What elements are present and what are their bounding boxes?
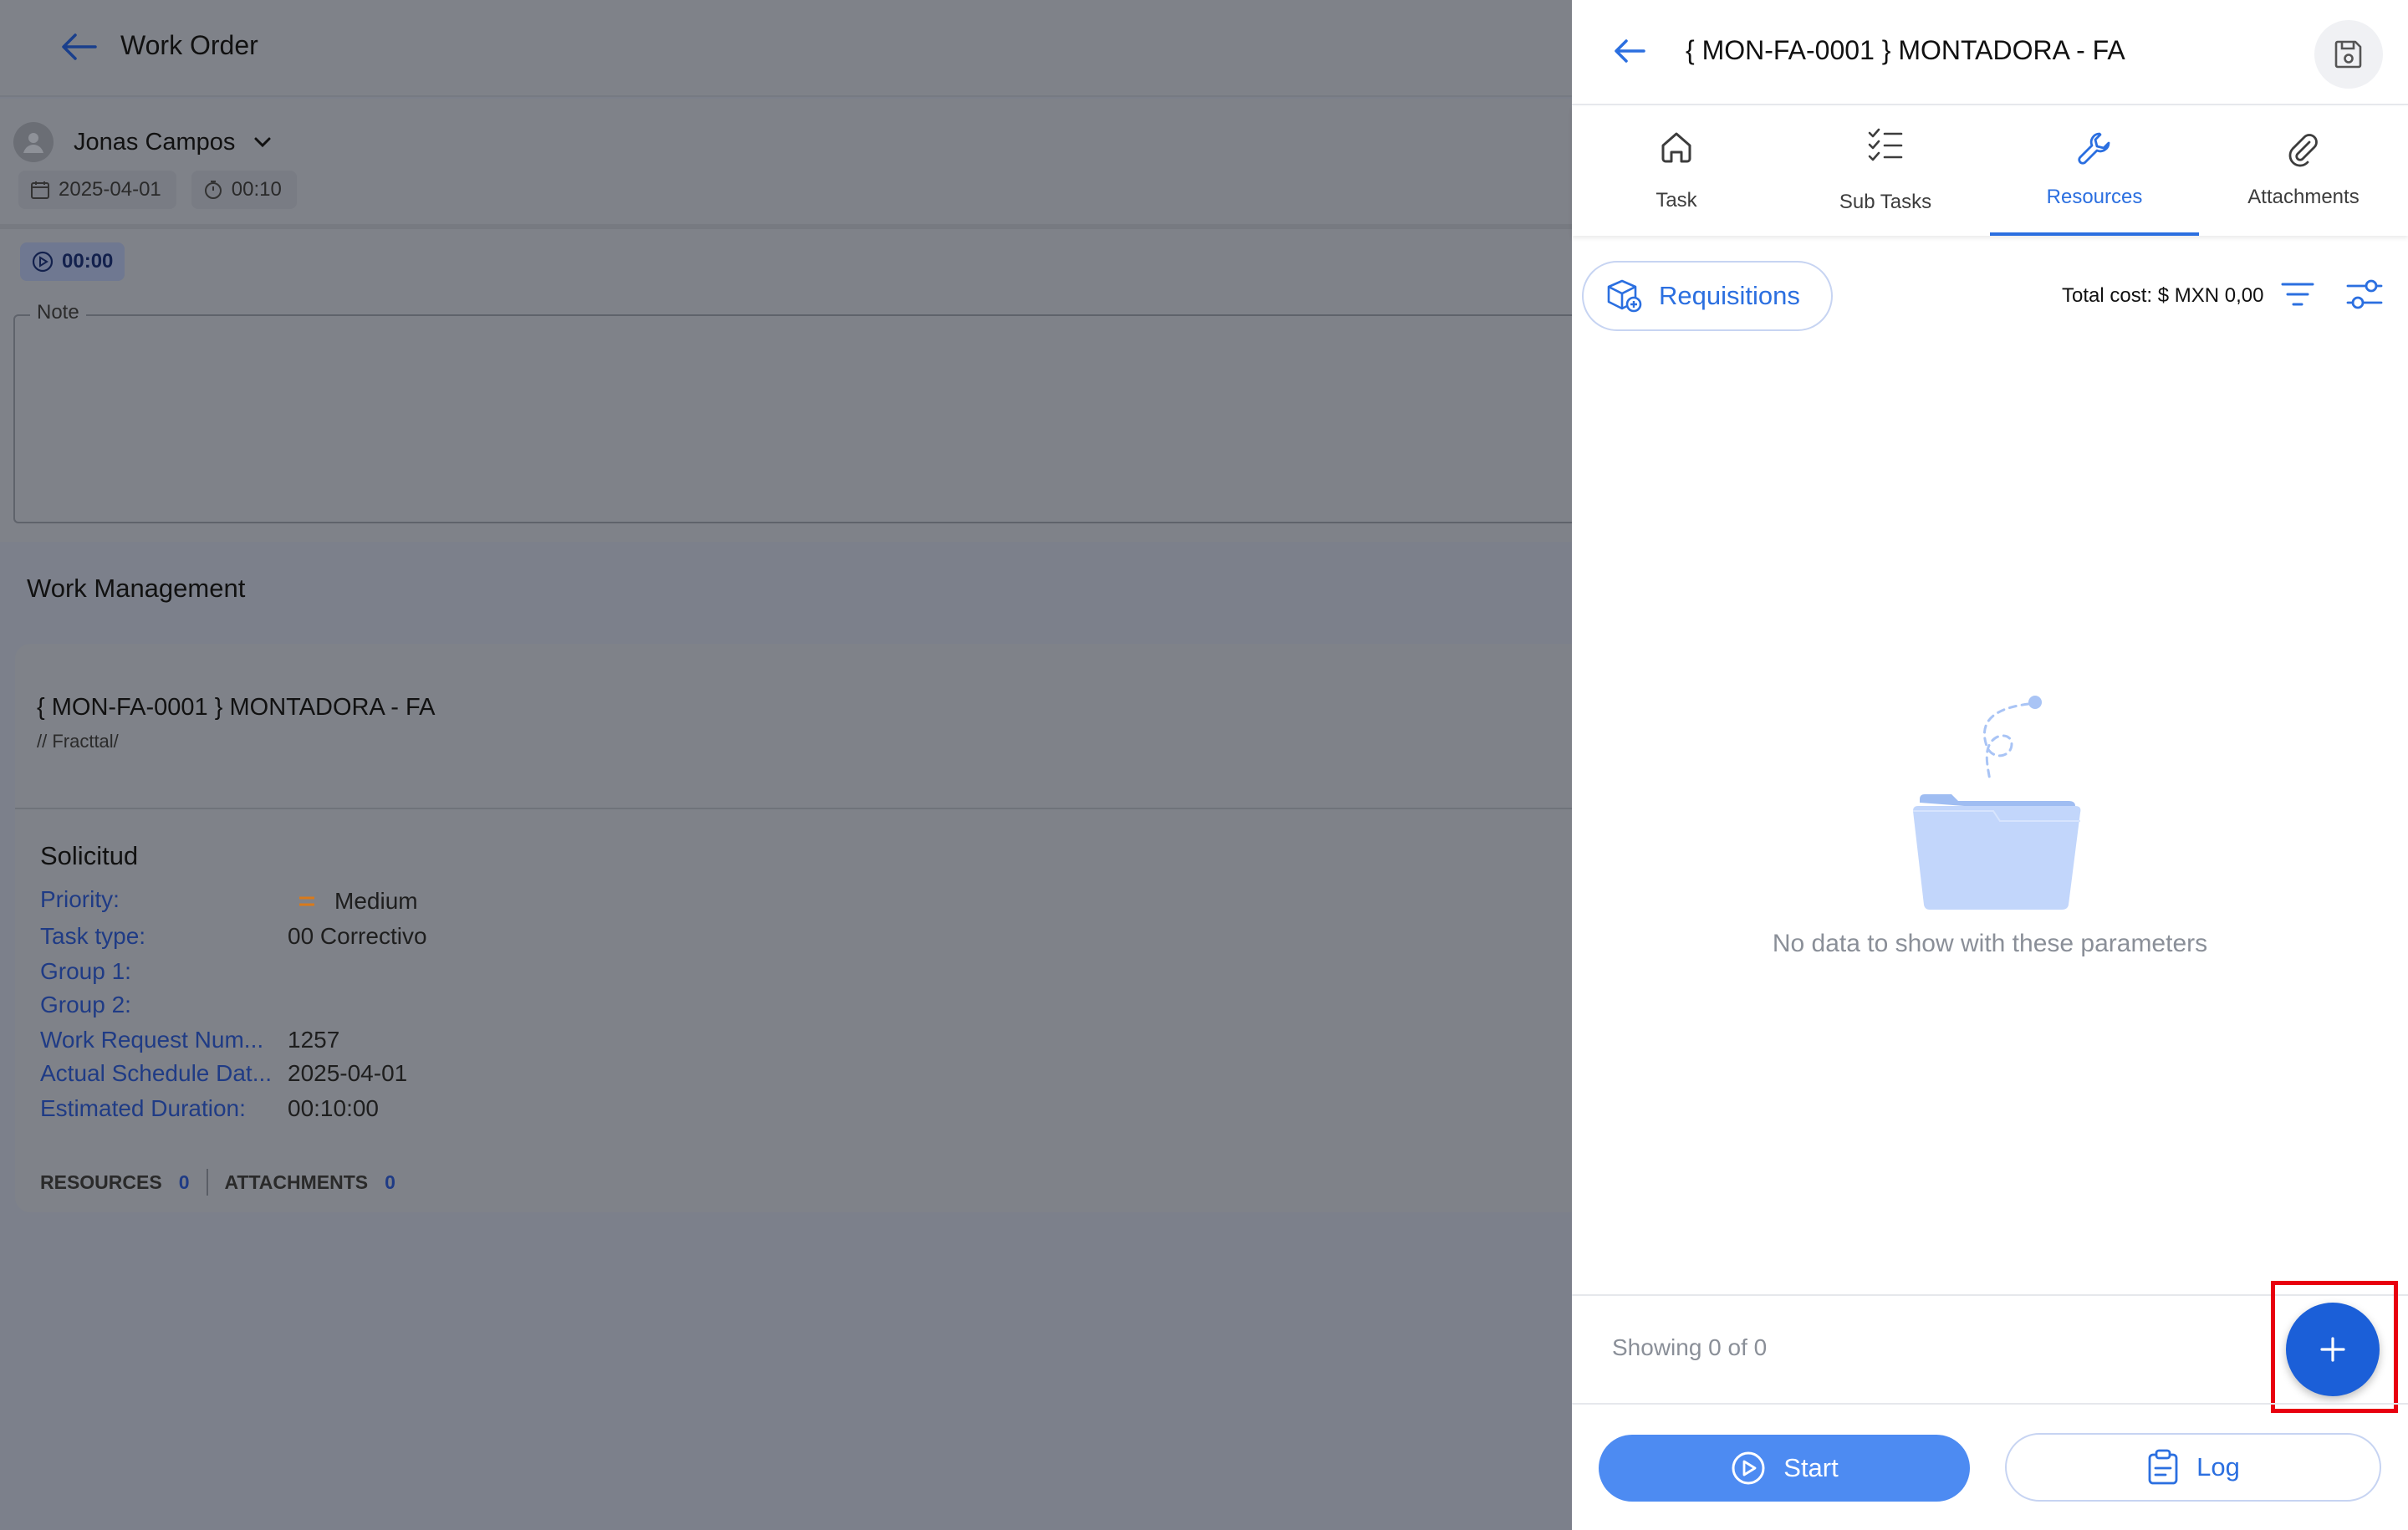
panel-title: { MON-FA-0001 } MONTADORA - FA bbox=[1686, 35, 2125, 65]
attachments-count-value: 0 bbox=[385, 1170, 395, 1193]
work-task-card[interactable]: { MON-FA-0001 } MONTADORA - FA // Fractt… bbox=[15, 644, 1572, 1212]
field-value-work-request-number: 1257 bbox=[288, 1027, 340, 1053]
tab-attachments-label: Attachments bbox=[2247, 186, 2360, 208]
field-label-estimated-duration: Estimated Duration: bbox=[40, 1095, 246, 1121]
timer-chip[interactable]: 00:00 bbox=[20, 242, 125, 281]
requisitions-button[interactable]: Requisitions bbox=[1582, 261, 1833, 331]
chevron-down-icon bbox=[253, 136, 272, 148]
package-add-icon bbox=[1605, 278, 1644, 314]
divider bbox=[1572, 1403, 2408, 1405]
work-order-summary: Jonas Campos 2025-04-01 00:10 00:00 Note bbox=[0, 99, 1585, 542]
app-bar: Work Order bbox=[0, 0, 1572, 97]
active-tab-indicator bbox=[1990, 232, 2199, 236]
assignee-name: Jonas Campos bbox=[74, 128, 236, 156]
work-order-page: Work Order Jonas Campos 2025-04-01 00:10… bbox=[0, 0, 1585, 1530]
date-chip: 2025-04-01 bbox=[18, 171, 176, 209]
priority-medium-icon bbox=[298, 895, 316, 908]
checklist-icon bbox=[1866, 125, 1905, 164]
task-card-title: { MON-FA-0001 } MONTADORA - FA bbox=[37, 694, 436, 721]
request-title: Solicitud bbox=[40, 841, 139, 870]
divider bbox=[206, 1169, 208, 1196]
resources-count-value: 0 bbox=[178, 1170, 190, 1193]
play-circle-icon bbox=[32, 251, 54, 273]
field-value-priority: Medium bbox=[298, 888, 418, 915]
home-icon bbox=[1658, 129, 1695, 166]
date-value: 2025-04-01 bbox=[59, 178, 161, 201]
start-label: Start bbox=[1783, 1453, 1839, 1482]
total-cost: Total cost: $ MXN 0,00 bbox=[2062, 284, 2264, 307]
back-arrow-icon[interactable] bbox=[60, 32, 99, 62]
field-label-work-request-number: Work Request Num... bbox=[40, 1027, 264, 1053]
task-card-path: // Fracttal/ bbox=[37, 731, 119, 752]
filter-icon[interactable] bbox=[2279, 278, 2316, 311]
field-label-group-2: Group 2: bbox=[40, 992, 131, 1017]
pagination-summary: Showing 0 of 0 bbox=[1612, 1334, 1768, 1360]
timer-value: 00:00 bbox=[62, 250, 114, 273]
clipboard-icon bbox=[2146, 1448, 2180, 1487]
paperclip-icon bbox=[2284, 130, 2323, 167]
tab-resources[interactable]: Resources bbox=[1990, 107, 2199, 236]
resources-toolbar: Requisitions Total cost: $ MXN 0,00 bbox=[1572, 256, 2408, 331]
avatar bbox=[13, 122, 54, 162]
field-value-task-type: 00 Correctivo bbox=[288, 923, 427, 949]
field-label-priority: Priority: bbox=[40, 886, 120, 912]
card-counts: RESOURCES 0 ATTACHMENTS 0 bbox=[40, 1169, 395, 1196]
tab-sub-tasks[interactable]: Sub Tasks bbox=[1781, 107, 1990, 236]
note-label: Note bbox=[30, 301, 86, 324]
field-value-estimated-duration: 00:10:00 bbox=[288, 1095, 379, 1121]
tab-sub-tasks-label: Sub Tasks bbox=[1839, 191, 1932, 213]
field-label-task-type: Task type: bbox=[40, 923, 146, 949]
empty-folder-illustration bbox=[1901, 686, 2094, 911]
assignee-selector[interactable]: Jonas Campos bbox=[13, 122, 272, 162]
stopwatch-icon bbox=[203, 180, 223, 200]
section-title: Work Management bbox=[27, 574, 246, 603]
back-arrow-icon[interactable] bbox=[1612, 37, 1647, 65]
wrench-icon bbox=[2076, 130, 2113, 167]
tab-task[interactable]: Task bbox=[1572, 107, 1781, 236]
field-label-group-1: Group 1: bbox=[40, 958, 131, 984]
duration-chip: 00:10 bbox=[191, 171, 297, 209]
page-title: Work Order bbox=[120, 30, 258, 60]
field-label-actual-schedule-date: Actual Schedule Dat... bbox=[40, 1060, 273, 1086]
log-button[interactable]: Log bbox=[2005, 1433, 2381, 1502]
calendar-icon bbox=[30, 180, 50, 200]
save-button[interactable] bbox=[2314, 20, 2383, 89]
panel-tabs: Task Sub Tasks Resources Attachments bbox=[1572, 107, 2408, 236]
tab-attachments[interactable]: Attachments bbox=[2199, 107, 2408, 236]
panel-header: { MON-FA-0001 } MONTADORA - FA bbox=[1572, 0, 2408, 105]
highlight-box bbox=[2271, 1281, 2398, 1413]
requisitions-label: Requisitions bbox=[1659, 281, 1800, 310]
field-value-actual-schedule-date: 2025-04-01 bbox=[288, 1060, 408, 1086]
log-label: Log bbox=[2196, 1452, 2240, 1482]
tab-task-label: Task bbox=[1656, 189, 1697, 212]
start-button[interactable]: Start bbox=[1599, 1435, 1970, 1502]
divider bbox=[0, 224, 1572, 229]
priority-value: Medium bbox=[334, 888, 418, 914]
empty-state-text: No data to show with these parameters bbox=[1772, 930, 2208, 957]
divider bbox=[15, 808, 1572, 809]
attachments-count-label: ATTACHMENTS bbox=[224, 1170, 369, 1193]
floppy-disk-icon bbox=[2332, 38, 2365, 71]
task-detail-panel: { MON-FA-0001 } MONTADORA - FA Task Sub … bbox=[1572, 0, 2408, 1530]
play-circle-icon bbox=[1730, 1450, 1767, 1487]
resources-count-label: RESOURCES bbox=[40, 1170, 162, 1193]
sliders-icon[interactable] bbox=[2344, 274, 2385, 314]
tab-resources-label: Resources bbox=[2046, 186, 2143, 208]
note-field[interactable] bbox=[13, 314, 1585, 523]
duration-value: 00:10 bbox=[231, 178, 282, 201]
